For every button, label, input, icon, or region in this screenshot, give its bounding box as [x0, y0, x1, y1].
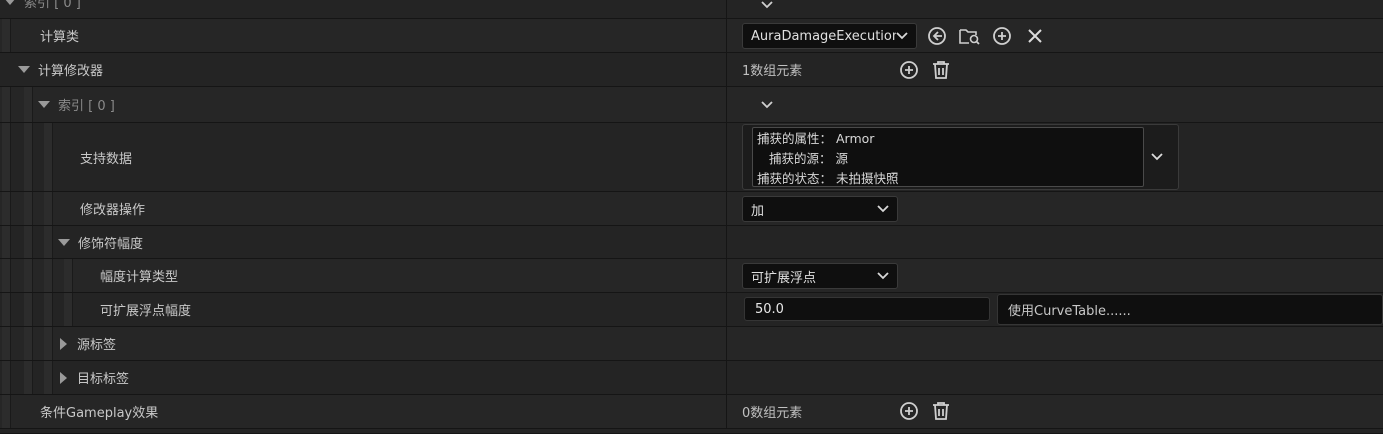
add-element-icon[interactable] [898, 59, 920, 81]
chevron-down-icon [896, 32, 908, 40]
chevron-down-icon[interactable] [760, 98, 774, 112]
collapse-arrow-icon[interactable] [58, 238, 70, 246]
target-tags-label: 目标标签 [77, 372, 130, 387]
modifier-op-label: 修改器操作 [80, 203, 146, 218]
next-row-partial [0, 429, 1383, 434]
trash-icon[interactable] [930, 59, 952, 81]
calc-class-row: 计算类 AuraDamageExecution [0, 19, 1383, 53]
conditional-effects-count: 0数组元素 [742, 406, 803, 421]
chevron-down-icon[interactable] [1150, 150, 1164, 164]
backing-data-text: 捕获的属性： Armor 捕获的源： 源 捕获的状态： 未拍摄快照 [752, 127, 1144, 187]
source-tags-row[interactable]: 源标签 [0, 327, 1383, 361]
modifier-op-dropdown[interactable]: 加 [742, 196, 898, 222]
curve-table-picker[interactable]: 使用CurveTable...... [997, 294, 1383, 325]
conditional-effects-label: 条件Gameplay效果 [40, 406, 159, 421]
magnitude-calc-type-row: 幅度计算类型 可扩展浮点 [0, 259, 1383, 293]
browse-arrow-left-icon[interactable] [926, 25, 948, 47]
magnitude-calc-type-value: 可扩展浮点 [751, 270, 817, 286]
expand-arrow-icon[interactable] [60, 371, 67, 384]
index0-label: 索引 [ 0 ] [58, 99, 115, 114]
modifier-magnitude-label: 修饰符幅度 [78, 236, 144, 252]
backing-data-row: 支持数据 捕获的属性： Armor 捕获的源： 源 捕获的状态： 未拍摄快照 [0, 123, 1383, 192]
source-tags-label: 源标签 [77, 338, 117, 353]
chevron-down-icon [877, 205, 889, 213]
magnitude-calc-type-dropdown[interactable]: 可扩展浮点 [742, 263, 898, 289]
magnitude-calc-type-label: 幅度计算类型 [100, 270, 179, 285]
capture-attribute-line: 捕获的属性： Armor [757, 131, 875, 146]
index-label-top: 索引 [ 0 ] [24, 0, 81, 11]
trash-icon[interactable] [930, 400, 952, 422]
expand-arrow-icon[interactable] [60, 337, 67, 350]
chevron-down-icon[interactable] [760, 0, 774, 12]
capture-source-line: 捕获的源： 源 [769, 151, 848, 166]
add-circle-icon[interactable] [991, 25, 1013, 47]
scalable-float-input[interactable]: 50.0 [744, 297, 990, 321]
index0-row[interactable]: 索引 [ 0 ] [0, 87, 1383, 123]
scalable-float-label: 可扩展浮点幅度 [100, 304, 192, 319]
index-row-top[interactable]: 索引 [ 0 ] [0, 0, 1383, 19]
modifier-op-row: 修改器操作 加 [0, 192, 1383, 226]
calc-modifiers-count: 1数组元素 [742, 64, 803, 79]
calc-modifiers-label: 计算修改器 [38, 64, 104, 79]
add-element-icon[interactable] [898, 400, 920, 422]
calc-class-value: AuraDamageExecution [751, 28, 896, 44]
target-tags-row[interactable]: 目标标签 [0, 361, 1383, 395]
chevron-down-icon [877, 272, 889, 280]
modifier-op-value: 加 [751, 203, 765, 219]
collapse-arrow-icon[interactable] [18, 66, 30, 73]
calc-modifiers-row[interactable]: 计算修改器 1数组元素 [0, 53, 1383, 87]
folder-search-icon[interactable] [958, 25, 982, 47]
close-icon[interactable] [1024, 25, 1046, 47]
calc-class-label: 计算类 [40, 30, 80, 45]
collapse-arrow-icon[interactable] [38, 101, 50, 108]
modifier-magnitude-row[interactable]: 修饰符幅度 [0, 226, 1383, 259]
scalable-float-row: 可扩展浮点幅度 50.0 使用CurveTable...... [0, 293, 1383, 327]
calc-class-dropdown[interactable]: AuraDamageExecution [742, 23, 917, 49]
capture-snapshot-line: 捕获的状态： 未拍摄快照 [757, 171, 899, 186]
conditional-effects-row: 条件Gameplay效果 0数组元素 [0, 395, 1383, 429]
collapse-arrow-icon[interactable] [4, 0, 16, 5]
backing-data-label: 支持数据 [80, 151, 133, 167]
